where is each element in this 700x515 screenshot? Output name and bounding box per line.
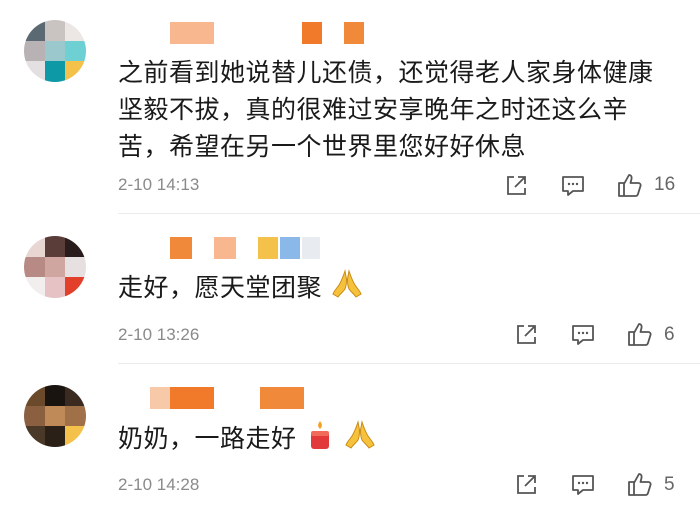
comment-icon: [572, 475, 594, 495]
comment-text: 奶奶，一路走好: [118, 419, 688, 461]
comment-icon: [562, 176, 584, 196]
comment-timestamp: 2-10 14:13: [118, 175, 200, 194]
comment-item: 之前看到她说替儿还债，还觉得老人家身体健康 坚毅不拔，真的很难过安享晚年之时还这…: [0, 0, 700, 213]
like-count: 16: [654, 174, 676, 195]
username-mosaic[interactable]: [170, 237, 330, 259]
reply-button[interactable]: [558, 172, 588, 200]
comment-timestamp: 2-10 14:28: [118, 475, 200, 494]
comment-timestamp: 2-10 13:26: [118, 325, 200, 344]
like-count: 5: [664, 474, 675, 495]
share-button[interactable]: [512, 471, 540, 499]
like-button[interactable]: [624, 319, 656, 349]
share-icon: [507, 176, 526, 195]
comment-item: 走好，愿天堂团聚 2-10 13:26 6: [0, 213, 700, 363]
share-icon: [517, 475, 536, 494]
thumbs-up-icon: [628, 323, 652, 346]
username-mosaic[interactable]: [170, 22, 370, 44]
praying-hands-emoji: [330, 268, 364, 310]
comment-icon: [572, 325, 594, 345]
thumbs-up-icon: [628, 473, 652, 496]
comment-text: 之前看到她说替儿还债，还觉得老人家身体健康 坚毅不拔，真的很难过安享晚年之时还这…: [118, 58, 654, 161]
reply-button[interactable]: [568, 471, 598, 499]
candle-emoji: [305, 419, 335, 461]
comment-item: 奶奶，一路走好 2-10 14:28 5: [0, 363, 700, 515]
username-mosaic[interactable]: [150, 387, 320, 409]
thumbs-up-icon: [618, 174, 642, 197]
reply-button[interactable]: [568, 321, 598, 349]
comment-text: 走好，愿天堂团聚: [118, 268, 688, 310]
share-icon: [517, 325, 536, 344]
avatar[interactable]: [24, 385, 86, 447]
share-button[interactable]: [512, 321, 540, 349]
share-button[interactable]: [502, 172, 530, 200]
like-button[interactable]: [624, 469, 656, 499]
avatar[interactable]: [24, 20, 86, 82]
like-count: 6: [664, 324, 675, 345]
avatar[interactable]: [24, 236, 86, 298]
like-button[interactable]: [614, 170, 646, 200]
praying-hands-emoji: [343, 419, 377, 461]
